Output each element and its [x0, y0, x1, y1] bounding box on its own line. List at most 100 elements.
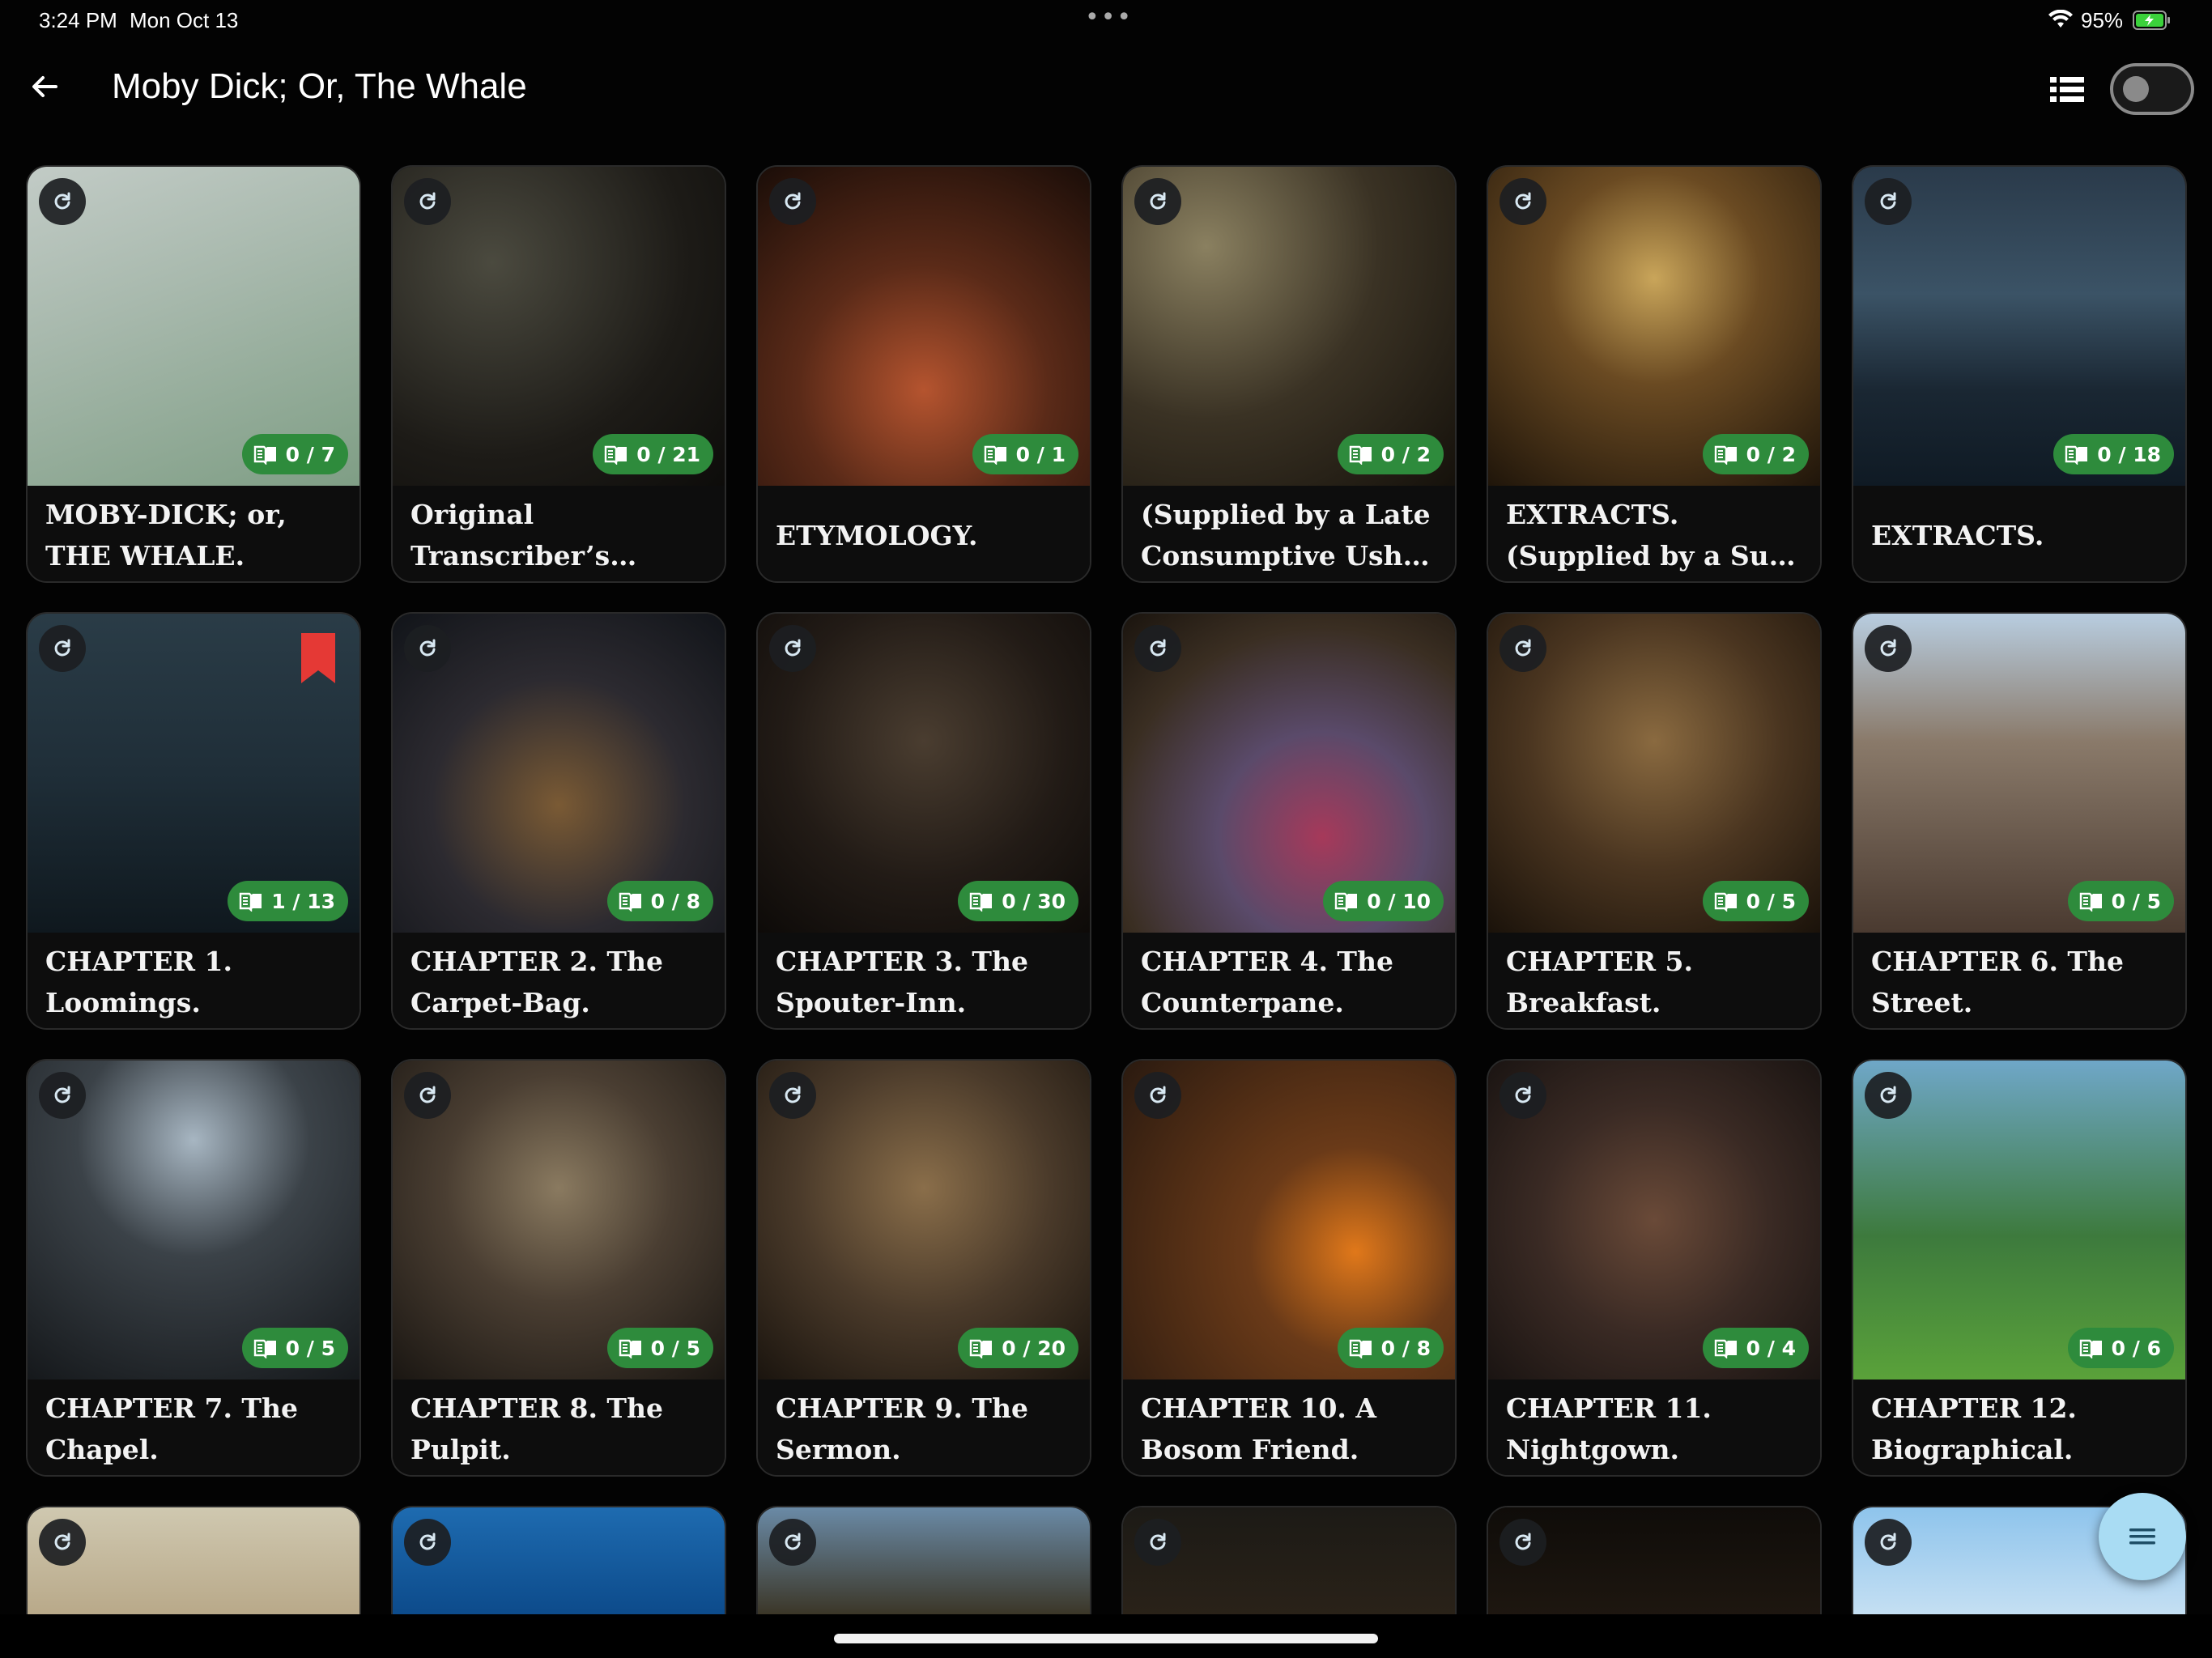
chapter-card[interactable]: 0 / 7 MOBY-DICK; or, THE WHALE.	[26, 165, 361, 583]
chapter-title: CHAPTER 7. The Chapel.	[45, 1392, 298, 1465]
refresh-button[interactable]	[39, 1072, 86, 1119]
chapter-card[interactable]: 0 / 8 CHAPTER 2. The Carpet-Bag.	[391, 612, 726, 1030]
app-root: 3:24 PM Mon Oct 13 ••• 95% Moby Dick; Or…	[0, 0, 2212, 1658]
progress-badge: 0 / 10	[1323, 881, 1444, 921]
page-title: Moby Dick; Or, The Whale	[112, 66, 527, 106]
book-icon	[1335, 892, 1358, 912]
chapter-card-partial[interactable]	[1487, 1506, 1822, 1616]
progress-badge: 0 / 20	[958, 1328, 1078, 1368]
chapter-card[interactable]: 0 / 4 CHAPTER 11. Nightgown.	[1487, 1059, 1822, 1477]
card-caption: CHAPTER 1. Loomings.	[28, 933, 359, 1028]
refresh-icon	[1880, 192, 1896, 210]
refresh-button[interactable]	[404, 625, 451, 672]
card-caption: ETYMOLOGY.	[758, 486, 1090, 581]
progress-badge: 0 / 5	[1702, 881, 1809, 921]
refresh-button[interactable]	[1134, 1072, 1181, 1119]
refresh-button[interactable]	[769, 1519, 816, 1566]
chapter-title: CHAPTER 8. The Pulpit.	[410, 1392, 663, 1465]
progress-badge: 0 / 2	[1702, 434, 1809, 474]
chapter-card[interactable]: 0 / 1 ETYMOLOGY.	[756, 165, 1091, 583]
chapter-card-partial[interactable]	[26, 1506, 361, 1616]
refresh-button[interactable]	[39, 1519, 86, 1566]
chapter-card[interactable]: 0 / 6 CHAPTER 12. Biographical.	[1852, 1059, 2187, 1477]
chapter-card-partial[interactable]	[756, 1506, 1091, 1616]
refresh-icon	[419, 639, 436, 657]
card-caption: CHAPTER 11. Nightgown.	[1488, 1380, 1820, 1475]
chapter-title: Original Transcriber’s Notes:	[410, 499, 610, 572]
refresh-button[interactable]	[1499, 178, 1546, 225]
chapter-card[interactable]: 0 / 20 CHAPTER 9. The Sermon.	[756, 1059, 1091, 1477]
back-button[interactable]	[23, 65, 66, 108]
book-icon	[984, 445, 1006, 465]
book-icon	[1349, 1339, 1372, 1358]
refresh-button[interactable]	[39, 178, 86, 225]
refresh-button[interactable]	[769, 1072, 816, 1119]
progress-badge: 0 / 21	[593, 434, 713, 474]
refresh-button[interactable]	[1134, 1519, 1181, 1566]
chapter-card-partial[interactable]	[1121, 1506, 1457, 1616]
chapter-title: CHAPTER 3. The Spouter-Inn.	[776, 946, 1028, 1018]
refresh-button[interactable]	[404, 178, 451, 225]
refresh-button[interactable]	[39, 625, 86, 672]
status-bar: 3:24 PM Mon Oct 13 ••• 95%	[0, 0, 2212, 42]
chapter-card[interactable]: 0 / 8 CHAPTER 10. A Bosom Friend.	[1121, 1059, 1457, 1477]
card-caption: (Supplied by a Late Consumptive Usher ..…	[1123, 486, 1455, 581]
menu-fab-button[interactable]	[2099, 1493, 2186, 1580]
progress-badge: 0 / 4	[1702, 1328, 1809, 1368]
refresh-button[interactable]	[1865, 178, 1912, 225]
refresh-icon	[1880, 639, 1896, 657]
book-icon	[253, 1339, 276, 1358]
chapter-card[interactable]: 0 / 5 CHAPTER 8. The Pulpit.	[391, 1059, 726, 1477]
chapter-card[interactable]: 0 / 2 EXTRACTS. (Supplied by a Sub-Sub-Li…	[1487, 165, 1822, 583]
card-caption: EXTRACTS. (Supplied by a Sub-Sub-Librar.…	[1488, 486, 1820, 581]
refresh-icon	[419, 192, 436, 210]
chapter-card[interactable]: 0 / 5 CHAPTER 6. The Street.	[1852, 612, 2187, 1030]
progress-text: 0 / 5	[1746, 889, 1796, 913]
refresh-button[interactable]	[769, 178, 816, 225]
refresh-button[interactable]	[1865, 625, 1912, 672]
refresh-icon	[785, 1533, 801, 1550]
status-date: Mon Oct 13	[130, 8, 239, 32]
refresh-button[interactable]	[404, 1519, 451, 1566]
chapter-card[interactable]: 0 / 5 CHAPTER 7. The Chapel.	[26, 1059, 361, 1477]
card-caption: CHAPTER 2. The Carpet-Bag.	[393, 933, 725, 1028]
chapter-title: CHAPTER 6. The Street.	[1871, 946, 2124, 1018]
refresh-button[interactable]	[1499, 1072, 1546, 1119]
refresh-button[interactable]	[1134, 625, 1181, 672]
progress-text: 0 / 7	[285, 442, 335, 466]
refresh-icon	[1880, 1086, 1896, 1103]
refresh-icon	[1515, 1086, 1531, 1103]
display-toggle[interactable]	[2110, 63, 2194, 115]
chapter-card[interactable]: 0 / 18 EXTRACTS.	[1852, 165, 2187, 583]
progress-text: 0 / 5	[650, 1336, 700, 1360]
refresh-button[interactable]	[1865, 1519, 1912, 1566]
chapter-card[interactable]: 1 / 13 CHAPTER 1. Loomings.	[26, 612, 361, 1030]
progress-badge: 0 / 6	[2067, 1328, 2174, 1368]
refresh-button[interactable]	[1499, 1519, 1546, 1566]
chapter-card[interactable]: 0 / 10 CHAPTER 4. The Counterpane.	[1121, 612, 1457, 1030]
chapter-card-partial[interactable]	[391, 1506, 726, 1616]
progress-badge: 0 / 7	[241, 434, 348, 474]
chapter-card[interactable]: 0 / 21 Original Transcriber’s Notes:	[391, 165, 726, 583]
refresh-button[interactable]	[404, 1072, 451, 1119]
card-caption: EXTRACTS.	[1853, 486, 2185, 581]
book-icon	[2079, 892, 2102, 912]
progress-badge: 0 / 2	[1337, 434, 1444, 474]
refresh-button[interactable]	[1134, 178, 1181, 225]
list-view-icon[interactable]	[2048, 73, 2086, 107]
chapter-card[interactable]: 0 / 2 (Supplied by a Late Consumptive Ush…	[1121, 165, 1457, 583]
book-icon	[619, 1339, 641, 1358]
refresh-icon	[1515, 639, 1531, 657]
refresh-icon	[54, 639, 70, 657]
refresh-button[interactable]	[1499, 625, 1546, 672]
progress-text: 0 / 2	[1380, 442, 1431, 466]
home-indicator[interactable]	[834, 1634, 1378, 1643]
card-caption: CHAPTER 8. The Pulpit.	[393, 1380, 725, 1475]
refresh-button[interactable]	[769, 625, 816, 672]
chapter-title: (Supplied by a Late Consumptive Usher ..…	[1141, 499, 1435, 572]
refresh-button[interactable]	[1865, 1072, 1912, 1119]
chapter-card[interactable]: 0 / 30 CHAPTER 3. The Spouter-Inn.	[756, 612, 1091, 1030]
multitask-dots[interactable]: •••	[1085, 3, 1133, 32]
refresh-icon	[1515, 192, 1531, 210]
chapter-card[interactable]: 0 / 5 CHAPTER 5. Breakfast.	[1487, 612, 1822, 1030]
